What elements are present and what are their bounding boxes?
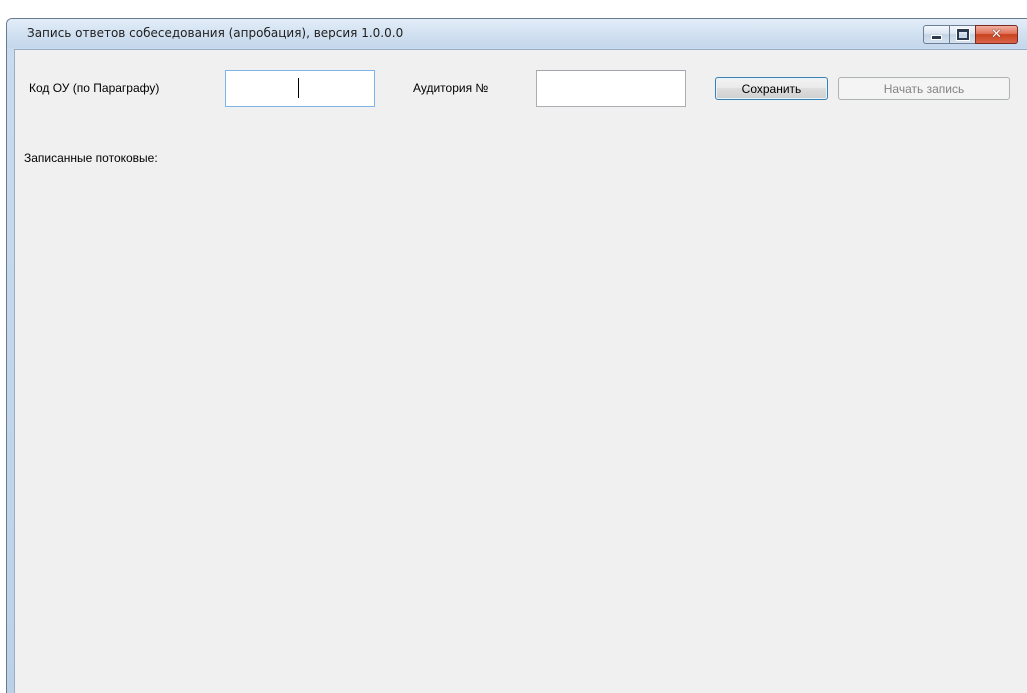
close-icon: ✕ — [991, 27, 1002, 42]
title-bar[interactable]: Запись ответов собеседования (апробация)… — [7, 19, 1027, 48]
minimize-icon — [931, 35, 942, 40]
close-button[interactable]: ✕ — [975, 25, 1018, 44]
ou-code-label: Код ОУ (по Параграфу) — [29, 81, 160, 95]
recorded-streams-label: Записанные потоковые: — [24, 151, 158, 165]
form-client-area: Код ОУ (по Параграфу) Аудитория № Сохран… — [14, 49, 1027, 693]
app-window: Запись ответов собеседования (апробация)… — [6, 18, 1027, 693]
save-button[interactable]: Сохранить — [715, 77, 828, 100]
maximize-icon — [956, 29, 969, 40]
room-label: Аудитория № — [413, 81, 489, 95]
maximize-button[interactable] — [949, 25, 975, 44]
window-title: Запись ответов собеседования (апробация)… — [27, 26, 404, 40]
room-input[interactable] — [536, 70, 686, 107]
text-caret — [298, 78, 299, 98]
ou-code-input[interactable] — [225, 70, 375, 107]
start-recording-button[interactable]: Начать запись — [838, 77, 1010, 100]
caption-buttons: ✕ — [923, 25, 1018, 44]
minimize-button[interactable] — [923, 25, 949, 44]
